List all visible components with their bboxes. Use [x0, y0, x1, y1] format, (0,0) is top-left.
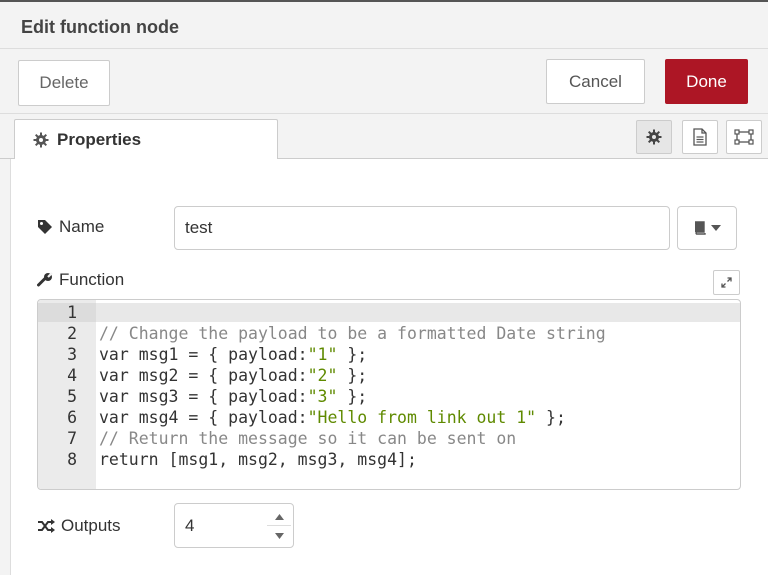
- line-number: 4: [67, 366, 77, 385]
- appearance-tab-button[interactable]: [726, 120, 762, 154]
- function-label-text: Function: [59, 270, 125, 289]
- code-token: var msg2 = { payload:: [99, 366, 308, 385]
- line-number: 7: [67, 429, 77, 448]
- function-label: Function: [37, 270, 124, 290]
- cancel-button[interactable]: Cancel: [546, 59, 645, 104]
- caret-down-icon: [711, 225, 721, 231]
- code-line: // Change the payload to be a formatted …: [99, 323, 606, 344]
- tab-properties-label: Properties: [57, 130, 142, 149]
- delete-button[interactable]: Delete: [18, 60, 110, 106]
- name-label-text: Name: [59, 217, 105, 236]
- dialog-header: Edit function node: [0, 2, 768, 49]
- code-comment: // Return the message so it can be sent …: [99, 429, 517, 448]
- dialog-title: Edit function node: [21, 17, 179, 37]
- tab-properties[interactable]: Properties: [14, 119, 278, 160]
- caret-down-icon: [274, 532, 284, 539]
- line-number: 8: [67, 450, 77, 469]
- caret-up-icon: [274, 513, 284, 520]
- gear-icon: [646, 129, 662, 145]
- code-string: "Hello from link out 1": [307, 408, 537, 427]
- active-line-highlight: [38, 303, 740, 322]
- line-number: 2: [67, 324, 77, 343]
- spinner-down-button[interactable]: [267, 526, 291, 545]
- line-number: 1: [67, 303, 77, 322]
- line-number: 3: [67, 345, 77, 364]
- code-string: "1": [307, 345, 338, 364]
- code-line: var msg1 = { payload:"1" };: [99, 344, 367, 365]
- name-input[interactable]: [174, 206, 670, 250]
- tag-icon: [38, 220, 52, 234]
- expand-icon: [721, 277, 732, 288]
- description-tab-button[interactable]: [682, 120, 718, 154]
- code-line: // Return the message so it can be sent …: [99, 428, 516, 449]
- line-number: 6: [67, 408, 77, 427]
- gear-icon: [33, 132, 49, 148]
- code-editor[interactable]: 1 2 // Change the payload to be a formatte…: [37, 299, 741, 490]
- code-line: return [msg1, msg2, msg3, msg4];: [99, 449, 417, 470]
- wrench-icon: [37, 272, 53, 287]
- outputs-label: Outputs: [37, 516, 121, 536]
- appearance-icon: [734, 129, 754, 145]
- dialog-toolbar: Delete Cancel Done: [0, 50, 768, 114]
- code-token: var msg3 = { payload:: [99, 387, 308, 406]
- book-icon: [695, 221, 706, 235]
- spinner-up-button[interactable]: [267, 507, 291, 526]
- code-token: return [msg1, msg2, msg3, msg4];: [99, 450, 417, 469]
- code-string: "3": [307, 387, 338, 406]
- code-line: var msg3 = { payload:"3" };: [99, 386, 367, 407]
- expand-editor-button[interactable]: [713, 270, 740, 295]
- tab-bar: Properties: [0, 115, 768, 160]
- description-icon: [693, 128, 707, 146]
- code-line: var msg4 = { payload:"Hello from link ou…: [99, 407, 566, 428]
- code-token: };: [337, 366, 368, 385]
- code-token: };: [337, 387, 368, 406]
- outputs-label-text: Outputs: [61, 516, 121, 535]
- outputs-spinner[interactable]: 4: [174, 503, 294, 548]
- line-number: 5: [67, 387, 77, 406]
- random-icon: [38, 519, 55, 533]
- code-token: var msg1 = { payload:: [99, 345, 308, 364]
- done-button[interactable]: Done: [665, 59, 748, 104]
- settings-tab-button[interactable]: [636, 120, 672, 154]
- name-label: Name: [37, 217, 104, 237]
- code-token: };: [337, 345, 368, 364]
- code-comment: // Change the payload to be a formatted …: [99, 324, 606, 343]
- code-token: };: [536, 408, 566, 427]
- code-line: var msg2 = { payload:"2" };: [99, 365, 367, 386]
- code-token: var msg4 = { payload:: [99, 408, 308, 427]
- code-string: "2": [307, 366, 338, 385]
- outputs-value[interactable]: 4: [185, 516, 194, 536]
- library-button[interactable]: [677, 206, 737, 250]
